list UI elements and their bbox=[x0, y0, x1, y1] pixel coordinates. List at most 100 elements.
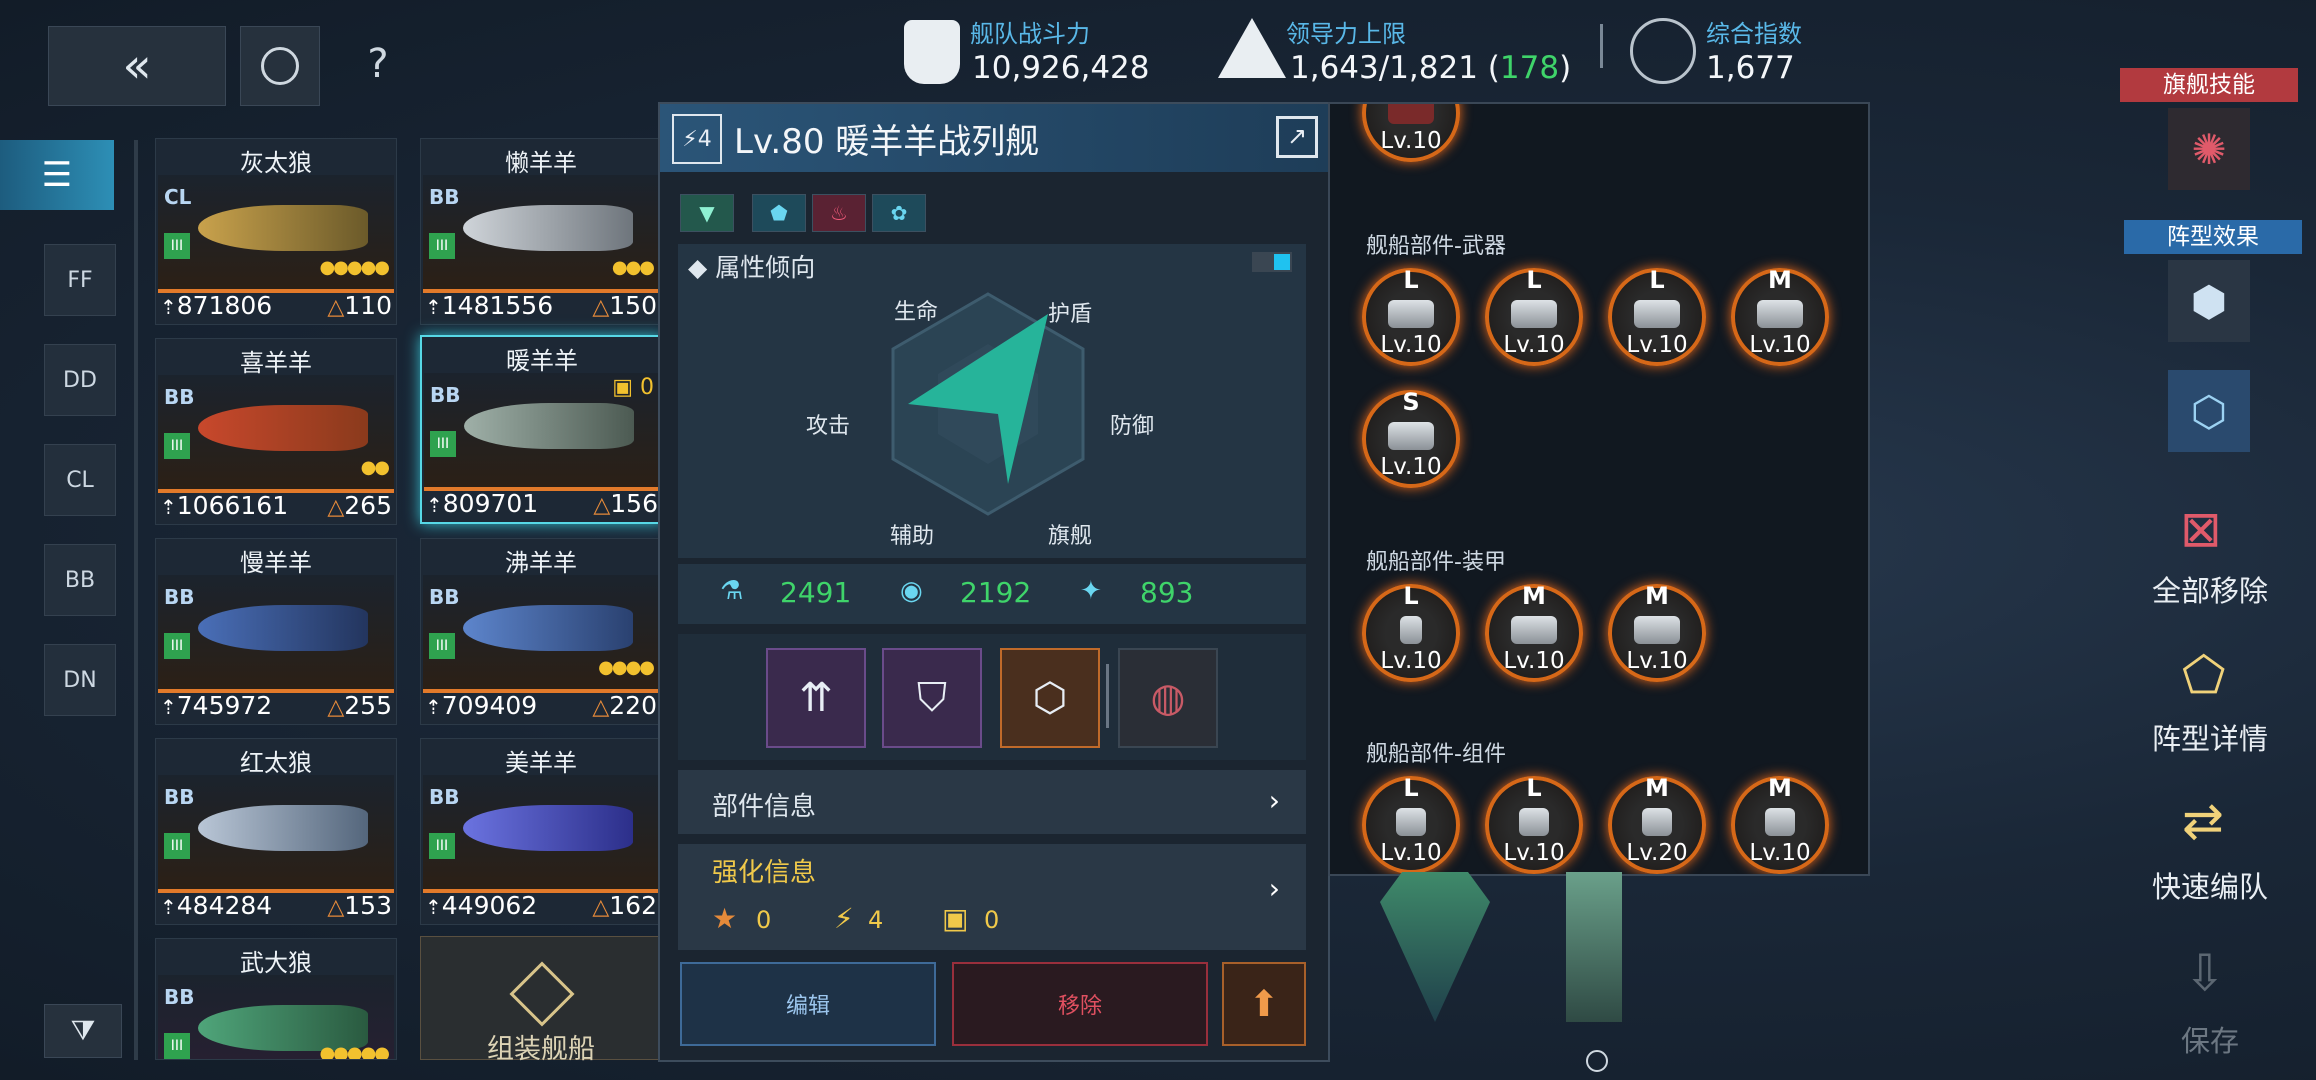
category-dn-tab[interactable]: DN bbox=[44, 644, 116, 716]
ship-name: 沸羊羊 bbox=[505, 549, 577, 577]
tier-badge: III bbox=[164, 833, 190, 859]
part-level: Lv.10 bbox=[1380, 332, 1442, 358]
ship-class: BB bbox=[164, 385, 195, 409]
ship-cost: △110 bbox=[327, 291, 392, 320]
settings-button[interactable] bbox=[240, 26, 320, 106]
part-slot[interactable]: M Lv.10 bbox=[1485, 582, 1583, 682]
chevron-chip[interactable]: ▼ bbox=[680, 194, 734, 232]
assemble-label: 组装舰船 bbox=[487, 1034, 595, 1065]
part-slot[interactable]: L Lv.10 bbox=[1485, 266, 1583, 366]
hex-formation-icon: ⬡ bbox=[2190, 386, 2228, 436]
save-button[interactable]: ⇩ 保存 bbox=[2140, 944, 2280, 1058]
toggle-icon[interactable] bbox=[1252, 252, 1292, 272]
ship-power: ⇡745972 bbox=[160, 691, 273, 720]
category-all-tab[interactable]: ☰ bbox=[0, 140, 114, 210]
ship-name: 喜羊羊 bbox=[240, 349, 312, 377]
ship-model bbox=[463, 605, 633, 651]
remove-button[interactable]: 移除 bbox=[952, 962, 1208, 1046]
assemble-ship-button[interactable]: 组装舰船 bbox=[420, 936, 662, 1065]
ship-name: 慢羊羊 bbox=[240, 549, 312, 577]
category-cl-tab[interactable]: CL bbox=[44, 444, 116, 516]
remove-all-button[interactable]: ⊠ 全部移除 bbox=[2140, 500, 2280, 610]
upgrade-button[interactable]: ⬆ bbox=[1222, 962, 1306, 1046]
ship-model bbox=[464, 403, 634, 449]
formation-detail-button[interactable]: ⬠ 阵型详情 bbox=[2140, 646, 2280, 756]
flagship-skill-button[interactable]: ✺ bbox=[2168, 108, 2250, 190]
category-ff-tab[interactable]: FF bbox=[44, 244, 116, 316]
radar-shield: 护盾 bbox=[1048, 302, 1093, 327]
star-dots: ●●● bbox=[611, 257, 655, 278]
shield-chip[interactable]: ⬟ bbox=[752, 194, 806, 232]
upgrade-icon: ⬆ bbox=[1248, 983, 1280, 1025]
part-slot[interactable]: L Lv.10 bbox=[1608, 266, 1706, 366]
ship-model bbox=[463, 205, 633, 251]
part-slot[interactable]: L Lv.10 bbox=[1485, 774, 1583, 874]
part-slot[interactable]: M Lv.10 bbox=[1731, 774, 1829, 874]
ship-name: 武大狼 bbox=[240, 949, 312, 977]
part-slot[interactable]: L Lv.10 bbox=[1362, 266, 1460, 366]
help-button[interactable]: ? bbox=[346, 32, 410, 96]
part-slot[interactable]: M Lv.20 bbox=[1608, 774, 1706, 874]
category-bb-tab[interactable]: BB bbox=[44, 544, 116, 616]
component-section-title: 舰船部件-组件 bbox=[1366, 742, 1506, 767]
ship-detail-panel: ⚡ 4 Lv.80 暖羊羊战列舰 ↗ ▼ ⬟ ♨ ✿ ◆ 属性倾向 生命 护盾 攻… bbox=[658, 102, 1330, 1062]
ship-cost: △162 bbox=[592, 891, 657, 920]
ship-card[interactable]: 喜羊羊 BB III ●● ⇡1066161 △265 bbox=[155, 338, 397, 525]
ship-card-selected[interactable]: 暖羊羊 BB III ▣ 0 ⇡809701 △156 bbox=[420, 335, 664, 524]
cluster-chip[interactable]: ✿ bbox=[872, 194, 926, 232]
part-slot[interactable]: S Lv.10 bbox=[1362, 388, 1460, 488]
ship-card[interactable]: 懒羊羊 BB III ●●● ⇡1481556 △150 bbox=[420, 138, 662, 325]
ship-class: BB bbox=[164, 585, 195, 609]
flame-chip[interactable]: ♨ bbox=[812, 194, 866, 232]
module-slot[interactable]: ⬡ bbox=[1000, 648, 1100, 748]
back-button[interactable]: « bbox=[48, 26, 226, 106]
category-dd-tab[interactable]: DD bbox=[44, 344, 116, 416]
ship-cost: △265 bbox=[327, 491, 392, 520]
page-indicator bbox=[1586, 1050, 1608, 1072]
formation-effect-slot-1[interactable]: ⬢ bbox=[2168, 260, 2250, 342]
quick-formation-button[interactable]: ⇄ 快速编队 bbox=[2140, 792, 2280, 904]
fleet-power-stat: 舰队战斗力 10,926,428 bbox=[900, 12, 1220, 92]
module-slot[interactable]: ◍ bbox=[1118, 648, 1218, 748]
star-dots: ●●●●● bbox=[319, 1043, 390, 1060]
star-badge-icon: ★ bbox=[712, 902, 738, 935]
ship-class: BB bbox=[429, 185, 460, 209]
ship-card[interactable]: 灰太狼 CL III ●●●●● ⇡871806 △110 bbox=[155, 138, 397, 325]
ship-card[interactable]: 慢羊羊 BB III ⇡745972 △255 bbox=[155, 538, 397, 725]
part-level: Lv.10 bbox=[1380, 128, 1442, 154]
cluster-icon: ✿ bbox=[890, 201, 908, 225]
ship-card[interactable]: 红太狼 BB III ⇡484284 △153 bbox=[155, 738, 397, 925]
ship-image: BB III ●●●● bbox=[423, 575, 659, 693]
module-slot[interactable]: ⇈ bbox=[766, 648, 866, 748]
ship-class: BB bbox=[164, 985, 195, 1009]
part-slot[interactable]: L Lv.10 bbox=[1362, 774, 1460, 874]
part-level: Lv.10 bbox=[1380, 648, 1442, 674]
filter-button[interactable]: ⧩ bbox=[44, 1004, 122, 1058]
arrows-up-icon: ⇈ bbox=[799, 675, 833, 721]
modules-row: ⇈ ⛉ ⬡ ◍ bbox=[678, 634, 1306, 760]
ship-card[interactable]: 美羊羊 BB III ⇡449062 △162 bbox=[420, 738, 662, 925]
part-slot[interactable]: Lv.10 bbox=[1362, 104, 1460, 162]
part-level: Lv.10 bbox=[1380, 454, 1442, 480]
part-level: Lv.10 bbox=[1380, 840, 1442, 866]
enhance-info-row[interactable]: 强化信息 › ★ 0 ⚡ 4 ▣ 0 bbox=[678, 844, 1306, 950]
ship-image: BB III ▣ 0 bbox=[424, 373, 660, 491]
expand-icon[interactable]: ↗ bbox=[1276, 116, 1318, 158]
fist-icon bbox=[904, 20, 960, 84]
edit-button[interactable]: 编辑 bbox=[680, 962, 936, 1046]
part-level: Lv.10 bbox=[1626, 332, 1688, 358]
ship-class: BB bbox=[429, 585, 460, 609]
module-slot[interactable]: ⛉ bbox=[882, 648, 982, 748]
part-slot[interactable]: L Lv.10 bbox=[1362, 582, 1460, 682]
part-level: Lv.10 bbox=[1503, 648, 1565, 674]
tier-badge: III bbox=[164, 633, 190, 659]
ship-card[interactable]: 沸羊羊 BB III ●●●● ⇡709409 △220 bbox=[420, 538, 662, 725]
part-slot[interactable]: M Lv.10 bbox=[1608, 582, 1706, 682]
formation-effect-slot-2[interactable]: ⬡ bbox=[2168, 370, 2250, 452]
chip-icon: ▣ bbox=[942, 902, 969, 935]
ship-model bbox=[198, 605, 368, 651]
parts-info-row[interactable]: 部件信息 › bbox=[678, 770, 1306, 834]
fleet-ship-model bbox=[1566, 872, 1622, 1022]
ship-card[interactable]: 武大狼 BB III ●●●●● bbox=[155, 938, 397, 1060]
part-slot[interactable]: M Lv.10 bbox=[1731, 266, 1829, 366]
